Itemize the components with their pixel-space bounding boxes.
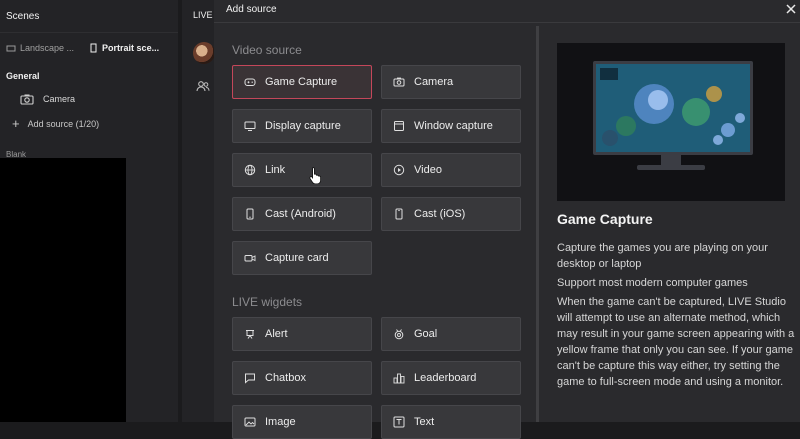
hand-cursor-icon — [309, 167, 321, 184]
plus-icon: + — [12, 116, 20, 131]
video-button[interactable]: Video — [381, 153, 521, 187]
source-item-camera[interactable]: Camera — [0, 81, 178, 105]
dialog-title: Add source — [226, 4, 277, 15]
panel-divider[interactable] — [536, 26, 539, 422]
dialog-header: Add source — [214, 0, 800, 23]
live-label: LIVE — [193, 10, 213, 20]
scene-tab-portrait[interactable]: Portrait sce... — [88, 43, 159, 53]
preview-desc-1: Capture the games you are playing on you… — [557, 242, 768, 270]
cast-ios-button[interactable]: Cast (iOS) — [381, 197, 521, 231]
widget-button-label: Text — [414, 416, 435, 428]
monitor-icon — [244, 121, 256, 131]
capture-card-button[interactable]: Capture card — [232, 241, 372, 275]
source-button-label: Window capture — [414, 120, 493, 132]
add-source-button[interactable]: + Add source (1/20) — [0, 105, 178, 131]
cast-android-button[interactable]: Cast (Android) — [232, 197, 372, 231]
source-button-label: Camera — [414, 76, 454, 88]
monitor-stand — [661, 153, 681, 165]
gamepad-icon — [244, 78, 256, 86]
scene-tab-label: Landscape ... — [20, 43, 75, 53]
source-button-label: Cast (iOS) — [414, 208, 466, 220]
chatbox-widget-button[interactable]: Chatbox — [232, 361, 372, 395]
video-camera-icon — [244, 255, 256, 262]
source-item-label: Camera — [43, 94, 76, 104]
avatar[interactable] — [193, 42, 215, 64]
camera-button[interactable]: Camera — [381, 65, 521, 99]
play-icon — [393, 164, 405, 176]
widget-button-label: Alert — [265, 328, 288, 340]
camera-icon — [20, 94, 34, 105]
landscape-icon — [6, 45, 16, 52]
section-general: General — [6, 71, 40, 81]
close-icon[interactable] — [784, 2, 798, 16]
text-widget-button[interactable]: Text — [381, 405, 521, 439]
window-capture-button[interactable]: Window capture — [381, 109, 521, 143]
live-widgets-heading: LIVE wigdets — [232, 295, 303, 309]
source-button-label: Game Capture — [265, 76, 338, 88]
live-panel: LIVE — [182, 0, 215, 422]
portrait-icon — [90, 43, 97, 53]
source-button-label: Capture card — [265, 252, 329, 264]
phone-icon — [246, 208, 254, 220]
scenes-panel: Scenes Landscape ... Portrait sce... Gen… — [0, 0, 178, 422]
source-button-label: Display capture — [265, 120, 341, 132]
link-button[interactable]: Link — [232, 153, 372, 187]
text-icon — [393, 416, 405, 428]
globe-icon — [244, 164, 256, 176]
add-source-dialog: Add source Video source Game Capture Cam… — [214, 0, 800, 439]
goal-widget-button[interactable]: Goal — [381, 317, 521, 351]
preview-desc-3: When the game can't be captured, LIVE St… — [557, 296, 795, 388]
scene-tabs: Landscape ... Portrait sce... — [0, 33, 178, 63]
scenes-title: Scenes — [6, 10, 40, 22]
source-button-label: Cast (Android) — [265, 208, 336, 220]
display-capture-button[interactable]: Display capture — [232, 109, 372, 143]
preview-title: Game Capture — [557, 211, 653, 227]
alert-widget-button[interactable]: Alert — [232, 317, 372, 351]
chat-icon — [245, 373, 255, 384]
phone-icon — [395, 208, 403, 220]
preview-desc-2: Support most modern computer games — [557, 277, 748, 289]
preview-card — [557, 43, 785, 201]
alert-icon — [246, 330, 254, 339]
widget-button-label: Image — [265, 416, 296, 428]
scene-tab-landscape[interactable]: Landscape ... — [6, 43, 74, 53]
leaderboard-widget-button[interactable]: Leaderboard — [381, 361, 521, 395]
scenes-header: Scenes — [0, 0, 178, 33]
window-icon — [394, 121, 404, 131]
preview-black-area — [0, 158, 126, 422]
add-source-label: Add source (1/20) — [27, 119, 100, 129]
camera-icon — [393, 77, 405, 87]
game-capture-button[interactable]: Game Capture — [232, 65, 372, 99]
game-preview-image — [593, 61, 753, 155]
image-icon — [244, 417, 256, 427]
leaderboard-icon — [393, 373, 405, 384]
source-button-label: Link — [265, 164, 286, 176]
widget-button-label: Leaderboard — [414, 372, 477, 384]
image-widget-button[interactable]: Image — [232, 405, 372, 439]
video-source-heading: Video source — [232, 43, 302, 57]
widget-button-label: Goal — [414, 328, 438, 340]
people-icon[interactable] — [196, 80, 210, 92]
source-button-label: Video — [414, 164, 442, 176]
scene-tab-label: Portrait sce... — [102, 43, 160, 53]
monitor-base — [637, 165, 705, 170]
widget-button-label: Chatbox — [265, 372, 306, 384]
goal-icon — [394, 329, 404, 340]
